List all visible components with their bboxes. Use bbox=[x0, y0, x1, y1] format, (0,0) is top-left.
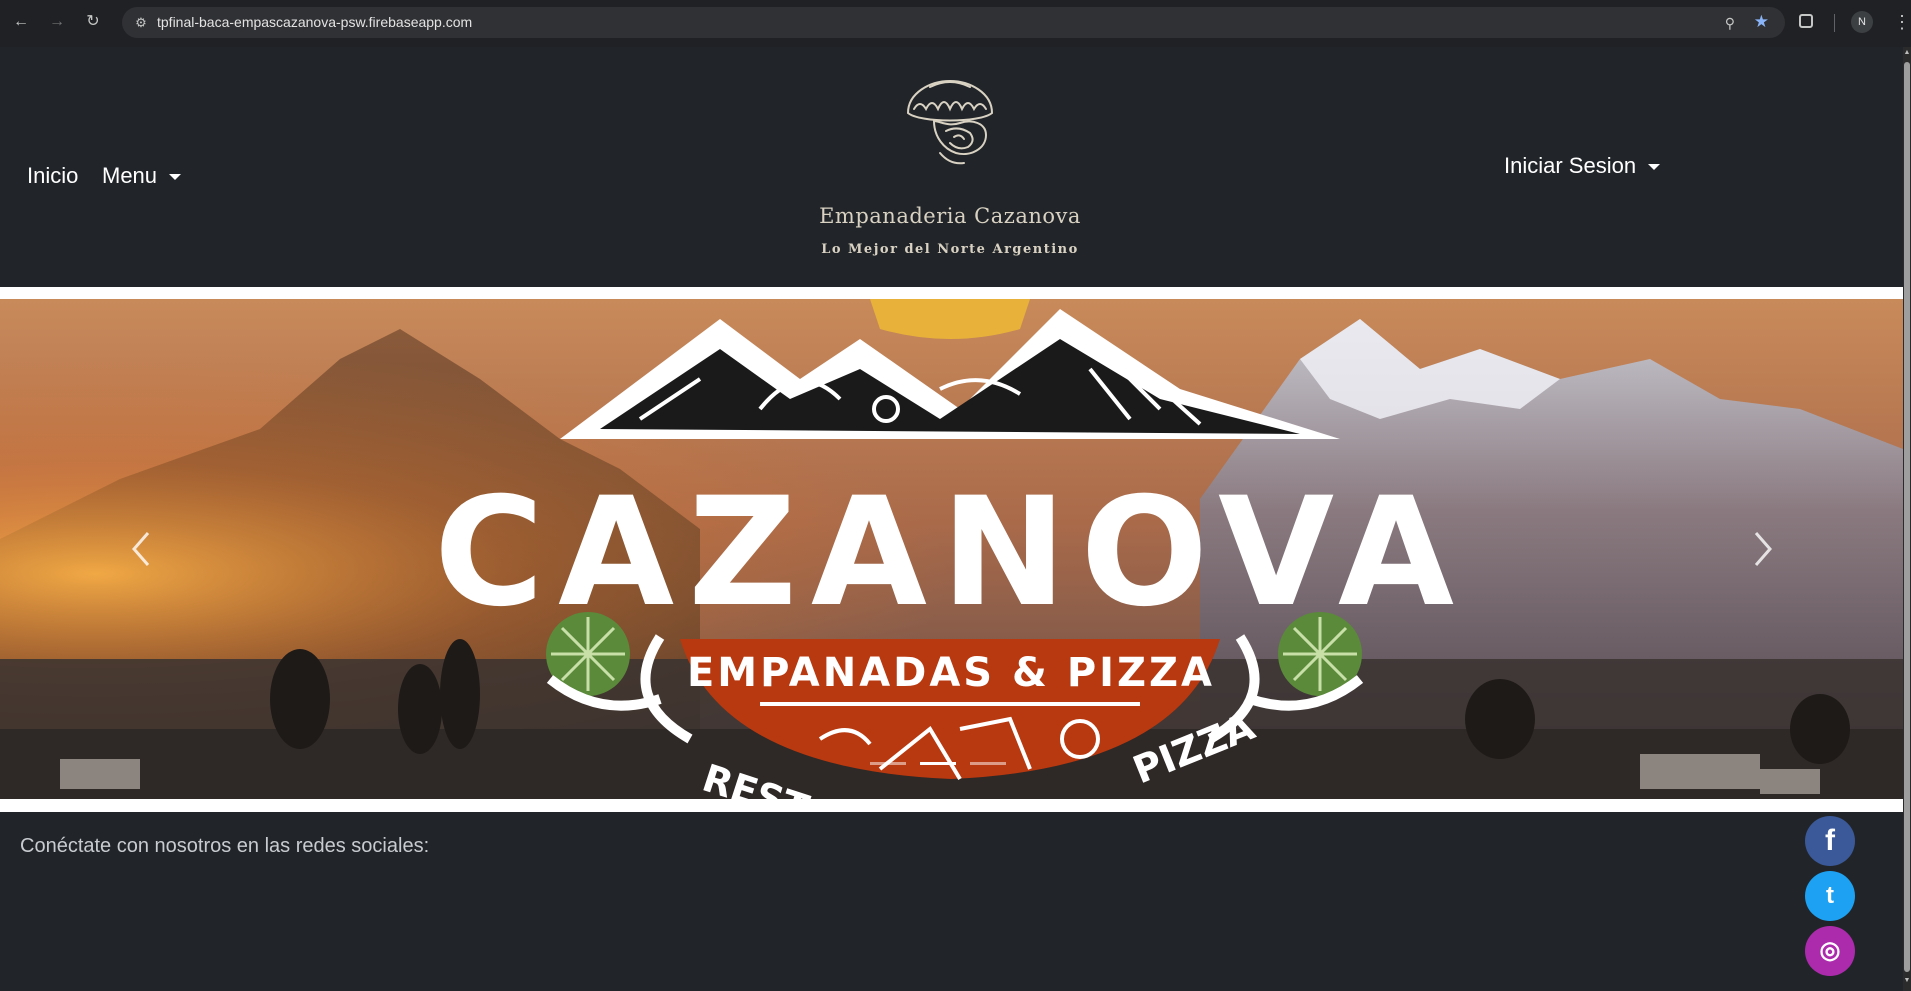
carousel-indicator[interactable] bbox=[870, 762, 906, 765]
hero-logo-subtitle: EMPANADAS & PIZZA bbox=[687, 650, 1215, 696]
forward-arrow-icon[interactable]: → bbox=[46, 11, 68, 33]
brand-name: Empanaderia Cazanova bbox=[819, 204, 1081, 228]
navbar: Inicio Menu Iniciar Sesion Empanaderia C… bbox=[0, 47, 1903, 287]
nav-home-link[interactable]: Inicio bbox=[27, 161, 78, 191]
toolbar-divider bbox=[1834, 14, 1835, 32]
instagram-icon[interactable]: ◎ bbox=[1805, 926, 1855, 976]
hero-carousel: CAZANOVA EMPANADAS & PIZZA REST PIZZA bbox=[0, 299, 1903, 799]
carousel-prev-icon[interactable] bbox=[118, 519, 168, 579]
facebook-icon[interactable]: f bbox=[1805, 816, 1855, 866]
empanada-logo-icon[interactable] bbox=[900, 75, 1000, 171]
scroll-down-arrow-icon[interactable]: ▼ bbox=[1903, 977, 1911, 984]
back-arrow-icon[interactable]: ← bbox=[10, 11, 32, 33]
caret-down-icon bbox=[169, 174, 182, 181]
zoom-icon[interactable]: ⚲ bbox=[1725, 12, 1735, 34]
login-dropdown[interactable]: Iniciar Sesion bbox=[1504, 151, 1661, 181]
profile-avatar[interactable]: N bbox=[1851, 11, 1873, 33]
browser-toolbar: ← → ↻ ⚙ tpfinal-baca-empascazanova-psw.f… bbox=[0, 0, 1911, 47]
nav-menu-dropdown[interactable]: Menu bbox=[102, 161, 182, 191]
scroll-up-arrow-icon[interactable]: ▲ bbox=[1903, 49, 1911, 56]
nav-menu-label: Menu bbox=[102, 163, 158, 188]
login-label: Iniciar Sesion bbox=[1504, 153, 1637, 178]
caret-down-icon bbox=[1648, 164, 1661, 171]
carousel-indicator-active[interactable] bbox=[920, 762, 956, 765]
site-info-icon[interactable]: ⚙ bbox=[130, 12, 152, 34]
carousel-indicator[interactable] bbox=[970, 762, 1006, 765]
address-bar[interactable]: ⚙ tpfinal-baca-empascazanova-psw.firebas… bbox=[122, 7, 1785, 38]
hero-slide-image: CAZANOVA EMPANADAS & PIZZA REST PIZZA bbox=[0, 299, 1903, 799]
social-heading: Conéctate con nosotros en las redes soci… bbox=[20, 835, 430, 857]
url-text[interactable]: tpfinal-baca-empascazanova-psw.firebasea… bbox=[157, 7, 472, 38]
scrollbar-thumb[interactable] bbox=[1904, 62, 1910, 972]
brand-tagline: Lo Mejor del Norte Argentino bbox=[821, 242, 1079, 257]
bookmark-star-icon[interactable]: ★ bbox=[1754, 11, 1769, 33]
reload-icon[interactable]: ↻ bbox=[82, 11, 104, 33]
extensions-icon[interactable] bbox=[1799, 14, 1813, 28]
twitter-icon[interactable]: t bbox=[1805, 871, 1855, 921]
page: Inicio Menu Iniciar Sesion Empanaderia C… bbox=[0, 47, 1911, 991]
kebab-menu-icon[interactable]: ⋮ bbox=[1893, 11, 1911, 33]
carousel-next-icon[interactable] bbox=[1736, 519, 1786, 579]
